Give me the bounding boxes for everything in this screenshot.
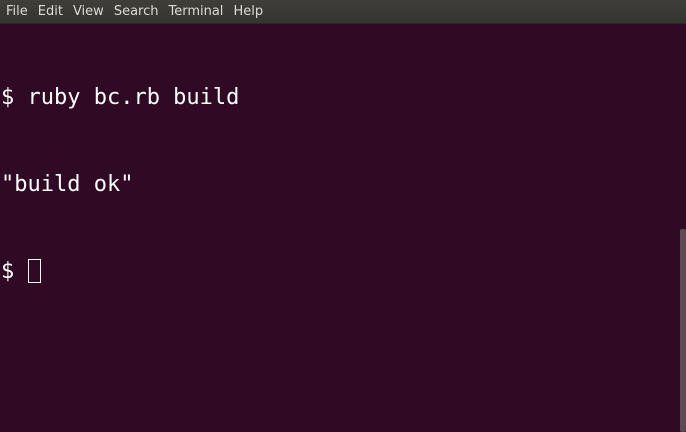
menu-edit[interactable]: Edit bbox=[33, 0, 68, 24]
cursor-block bbox=[27, 259, 41, 283]
terminal-line-command: $ ruby bc.rb build bbox=[1, 85, 240, 110]
menu-view[interactable]: View bbox=[68, 0, 109, 24]
terminal-output[interactable]: $ ruby bc.rb build "build ok" $ bbox=[0, 24, 680, 432]
prompt-text: $ bbox=[1, 259, 28, 284]
menu-terminal[interactable]: Terminal bbox=[163, 0, 228, 24]
scrollbar[interactable] bbox=[680, 24, 686, 432]
terminal-window: File Edit View Search Terminal Help $ ru… bbox=[0, 0, 686, 432]
scrollbar-thumb[interactable] bbox=[680, 229, 686, 432]
menu-bar: File Edit View Search Terminal Help bbox=[0, 0, 686, 24]
menu-help[interactable]: Help bbox=[228, 0, 268, 24]
menu-search[interactable]: Search bbox=[109, 0, 164, 24]
menu-file[interactable]: File bbox=[1, 0, 33, 24]
terminal-line-prompt: $ bbox=[0, 257, 680, 286]
terminal-line-output: "build ok" bbox=[1, 172, 134, 197]
